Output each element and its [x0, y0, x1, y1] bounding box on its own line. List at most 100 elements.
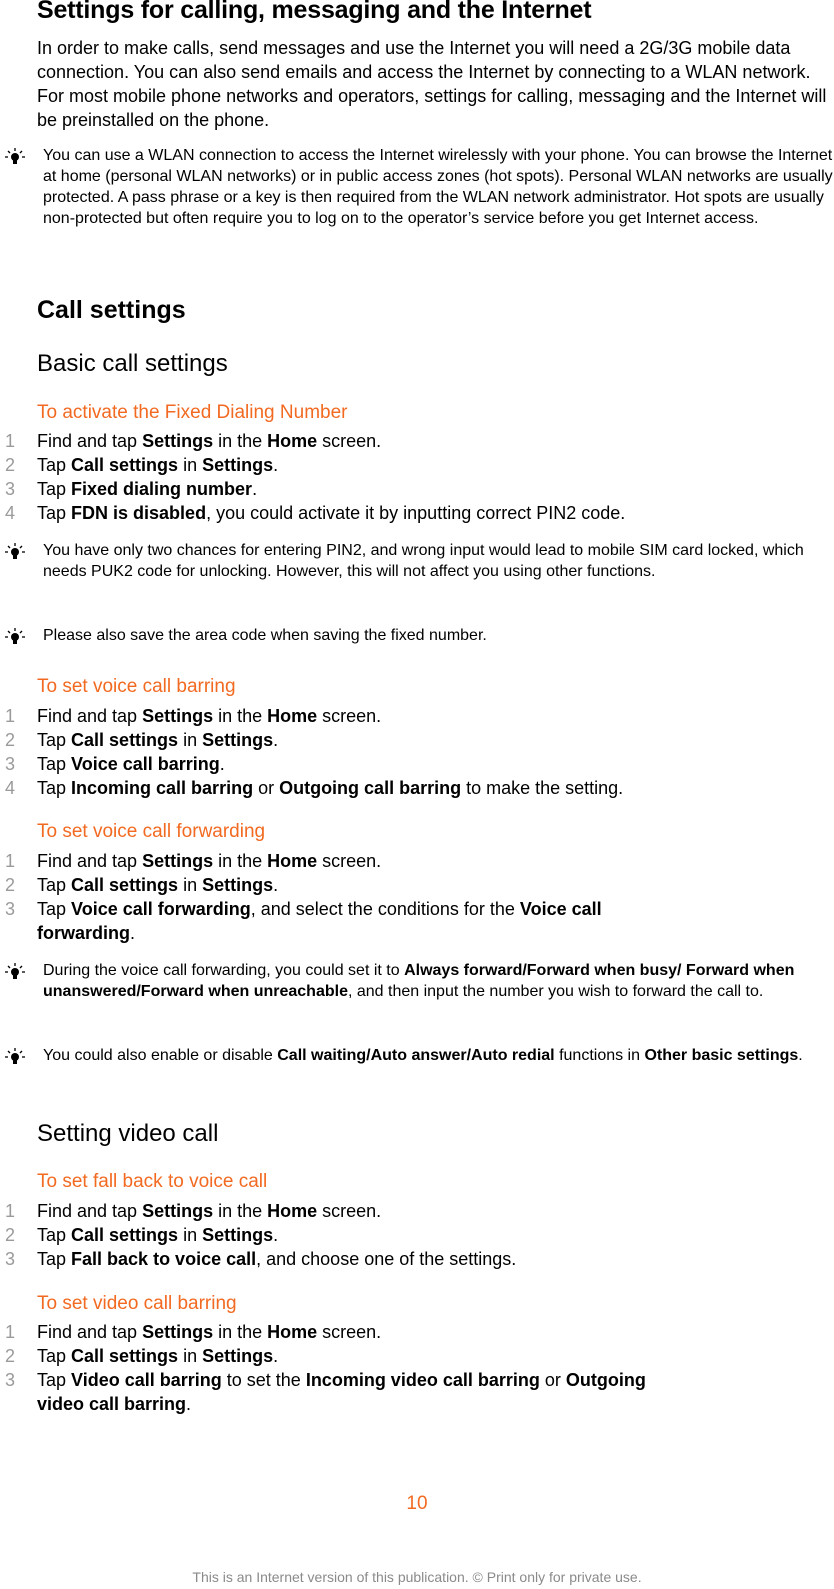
step-text-part: Tap [37, 455, 72, 475]
step-text-part: Find and tap [37, 1322, 143, 1342]
step-text-part: Find and tap [37, 706, 143, 726]
step-text-part: to make the setting. [461, 778, 624, 798]
ui-element-name: Settings [202, 875, 274, 895]
step-text: Find and tap Settings in the Home screen… [37, 850, 677, 874]
ui-element-name: Home [267, 1201, 318, 1221]
ui-element-name: Settings [142, 706, 214, 726]
step-text-part: or [539, 1370, 566, 1390]
ui-element-name: Home [267, 851, 318, 871]
step-text: Tap Call settings in Settings. [37, 874, 677, 898]
ui-element-name: Home [267, 431, 318, 451]
subsection-heading-video: Setting video call [37, 1120, 219, 1147]
step-text-part: in the [213, 431, 268, 451]
ui-element-name: Settings [202, 455, 274, 475]
step-text-part: , and choose one of the settings. [256, 1249, 517, 1269]
step-text: Tap Call settings in Settings. [37, 729, 677, 753]
step-text: Tap Fixed dialing number. [37, 478, 677, 502]
step-text-part: Find and tap [37, 431, 143, 451]
step-number: 3 [5, 1249, 16, 1269]
ui-element-name: Outgoing call barring [279, 778, 462, 798]
ui-element-name: Call settings [71, 1346, 179, 1366]
page-number: 10 [406, 1493, 428, 1514]
step-text-part: to set the [221, 1370, 306, 1390]
step-text-part: screen. [317, 1322, 382, 1342]
step-number: 2 [5, 730, 16, 750]
step-number: 1 [5, 1322, 16, 1342]
step-number: 2 [5, 1346, 16, 1366]
step-text-part: screen. [317, 706, 382, 726]
step-number: 2 [5, 1225, 16, 1245]
step-text-part: screen. [317, 1201, 382, 1221]
step-text: Tap Fall back to voice call, and choose … [37, 1248, 677, 1272]
step-text-part: Tap [37, 899, 72, 919]
step-text-part: in [178, 455, 203, 475]
step-text-part: Tap [37, 778, 72, 798]
step-number: 4 [5, 503, 16, 523]
tip-text-bold: Call waiting/Auto answer/Auto redial [277, 1047, 555, 1064]
ui-element-name: Settings [202, 730, 274, 750]
step-text-part: . [273, 455, 279, 475]
step-text-part: in the [213, 851, 268, 871]
step-text: Tap Call settings in Settings. [37, 1224, 677, 1248]
step-text-part: Tap [37, 875, 72, 895]
subsection-heading-basic: Basic call settings [37, 350, 228, 377]
step-number: 4 [5, 778, 16, 798]
ui-element-name: Home [267, 1322, 318, 1342]
ui-element-name: Settings [142, 851, 214, 871]
step-text-part: in the [213, 1201, 268, 1221]
tip-text: Please also save the area code when savi… [43, 627, 487, 644]
step-text-part: in [178, 1225, 203, 1245]
step-text: Tap Incoming call barring or Outgoing ca… [37, 777, 677, 801]
step-text-part: Tap [37, 730, 72, 750]
ui-element-name: Settings [202, 1225, 274, 1245]
step-number: 1 [5, 1201, 16, 1221]
step-text-part: Find and tap [37, 851, 143, 871]
intro-paragraph: In order to make calls, send messages an… [37, 38, 827, 130]
step-text-part: Find and tap [37, 1201, 143, 1221]
step-text-part: Tap [37, 479, 72, 499]
ui-element-name: Voice call barring [71, 754, 220, 774]
tip-text-part: . [798, 1047, 803, 1064]
step-text: Find and tap Settings in the Home screen… [37, 1321, 677, 1345]
ui-element-name: Call settings [71, 455, 179, 475]
step-text-part: screen. [317, 851, 382, 871]
lightbulb-icon [4, 627, 26, 647]
tip-text-bold: Other basic settings [644, 1047, 799, 1064]
step-text-part: . [273, 730, 279, 750]
step-text-part: , you could activate it by inputting cor… [206, 503, 626, 523]
step-text: Tap Call settings in Settings. [37, 454, 677, 478]
step-number: 2 [5, 875, 16, 895]
step-text-part: Tap [37, 1346, 72, 1366]
step-text: Tap Call settings in Settings. [37, 1345, 677, 1369]
lightbulb-icon [4, 147, 26, 167]
step-number: 1 [5, 431, 16, 451]
step-text-part: or [253, 778, 280, 798]
step-text: Find and tap Settings in the Home screen… [37, 1200, 677, 1224]
tip-text: You could also enable or disable Call wa… [43, 1045, 833, 1066]
tip-text: During the voice call forwarding, you co… [43, 960, 833, 1002]
page-title: Settings for calling, messaging and the … [37, 0, 592, 24]
ui-element-name: Home [267, 706, 318, 726]
step-text-part: in [178, 875, 203, 895]
step-text-part: Tap [37, 1249, 72, 1269]
ui-element-name: Settings [142, 1322, 214, 1342]
step-text: Find and tap Settings in the Home screen… [37, 430, 677, 454]
step-text-part: . [273, 875, 279, 895]
ui-element-name: Call settings [71, 730, 179, 750]
step-text-part: screen. [317, 431, 382, 451]
footer-note: This is an Internet version of this publ… [192, 1569, 642, 1585]
step-number: 3 [5, 754, 16, 774]
step-text-part: . [273, 1225, 279, 1245]
step-number: 3 [5, 899, 16, 919]
tip-text-part: , and then input the number you wish to … [347, 983, 764, 1000]
step-text-part: Tap [37, 503, 72, 523]
step-text-part: in the [213, 706, 268, 726]
step-text: Tap Voice call barring. [37, 753, 677, 777]
step-text: Tap FDN is disabled, you could activate … [37, 502, 677, 526]
ui-element-name: Voice call forwarding [71, 899, 251, 919]
step-text: Tap Video call barring to set the Incomi… [37, 1369, 677, 1416]
ui-element-name: Settings [202, 1346, 274, 1366]
tip-text: You can use a WLAN connection to access … [43, 147, 833, 227]
ui-element-name: Fixed dialing number [71, 479, 253, 499]
ui-element-name: Settings [142, 1201, 214, 1221]
